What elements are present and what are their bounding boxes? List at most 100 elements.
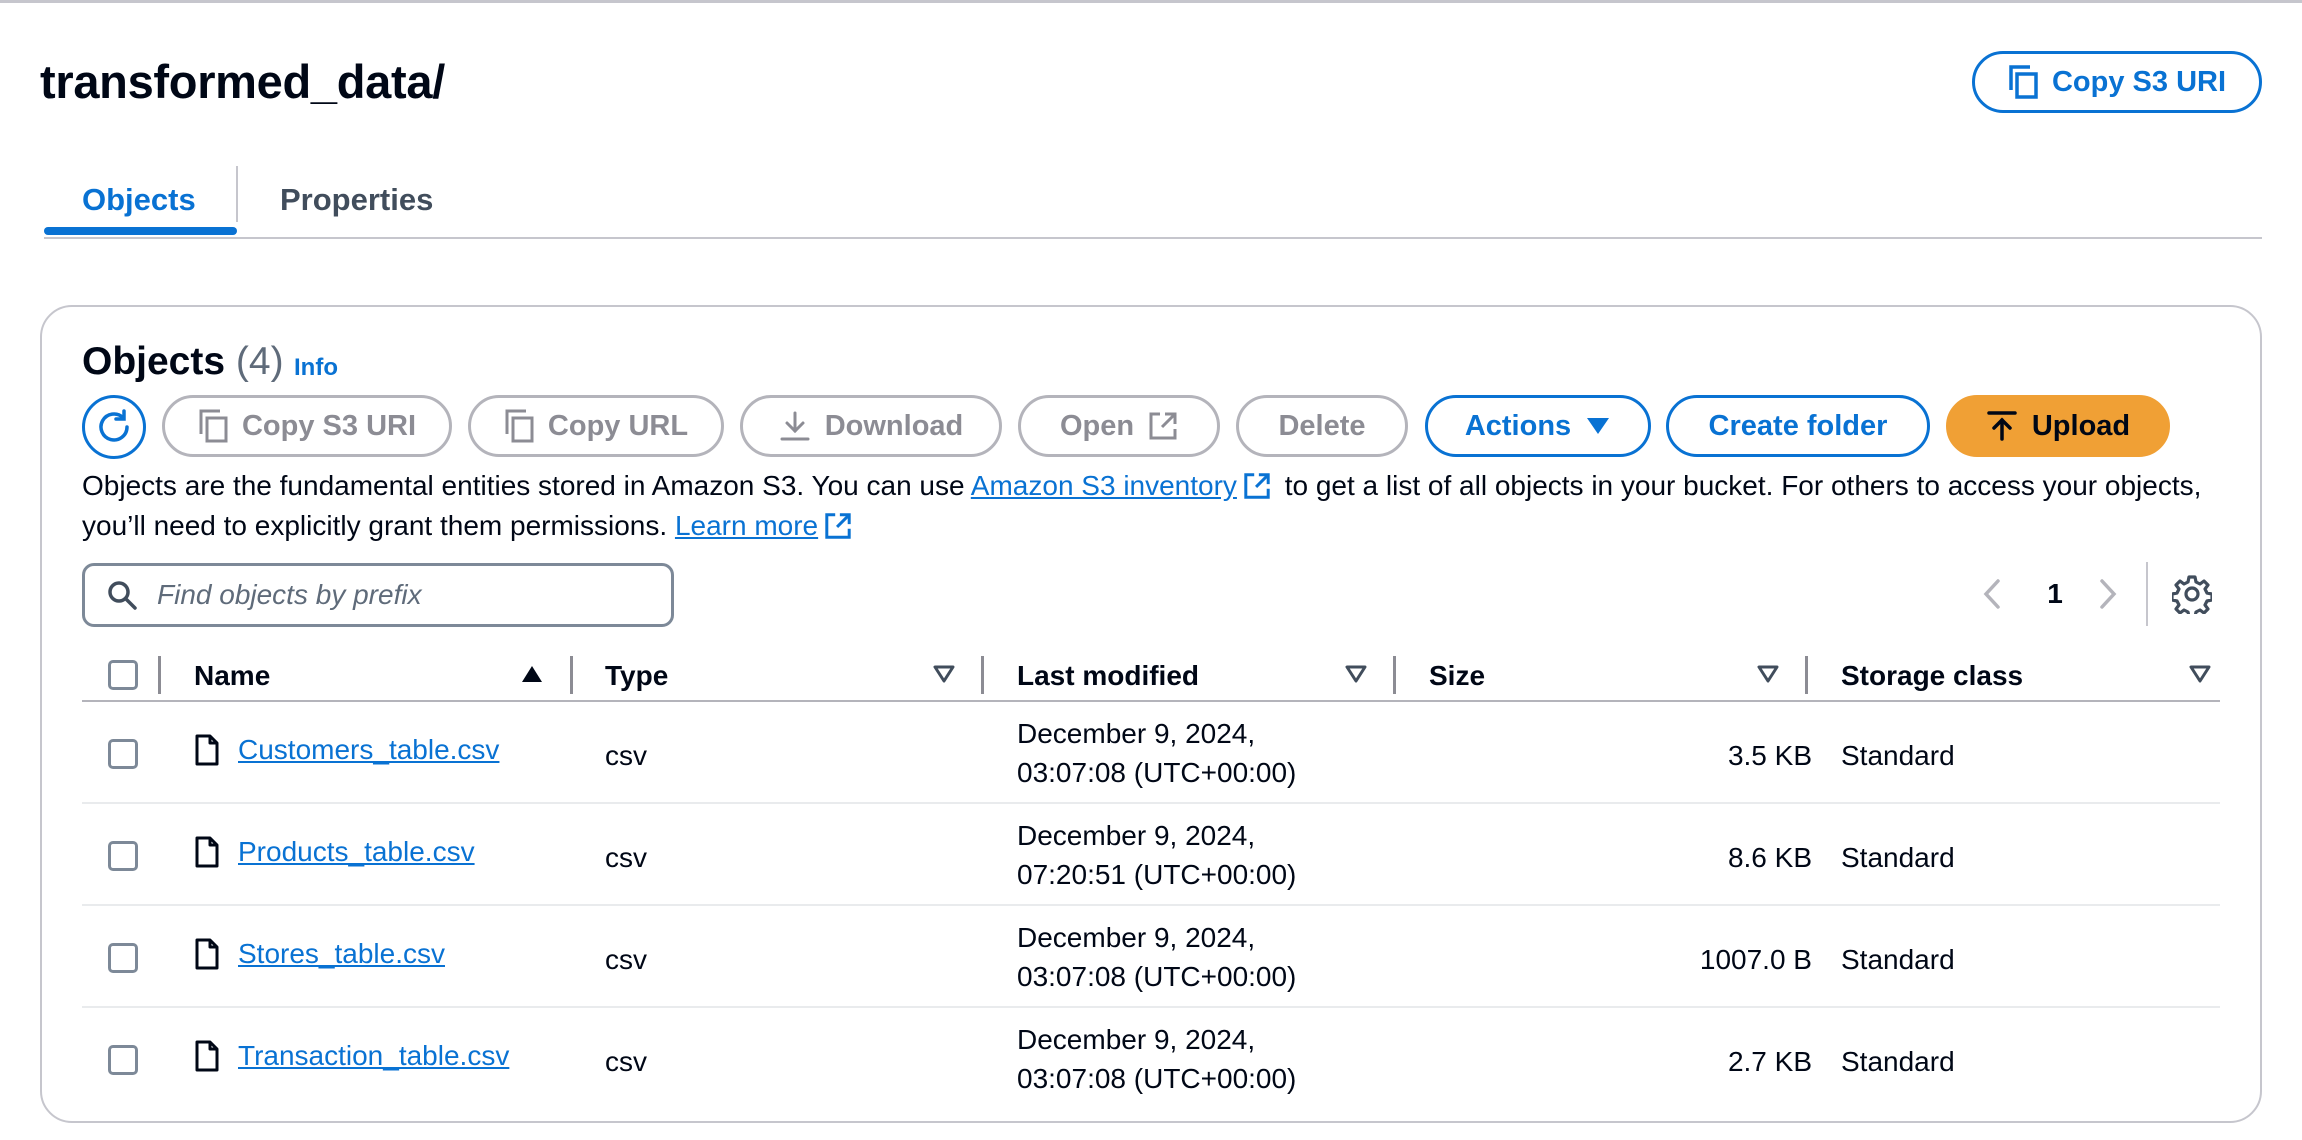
copy-icon xyxy=(2009,65,2038,99)
learn-more-link[interactable]: Learn more xyxy=(675,510,818,541)
active-tab-indicator xyxy=(44,227,237,235)
file-icon xyxy=(195,1040,219,1072)
upload-icon xyxy=(1987,411,2017,441)
tab-properties[interactable]: Properties xyxy=(280,160,433,240)
actions-dropdown[interactable]: Actions xyxy=(1425,395,1651,457)
objects-description: Objects are the fundamental entities sto… xyxy=(82,466,2232,546)
object-size: 2.7 KB xyxy=(1727,1046,1812,1077)
column-divider xyxy=(981,656,984,694)
column-header-last-modified[interactable]: Last modified xyxy=(1017,650,1199,702)
object-name-cell: Transaction_table.csv xyxy=(194,1040,509,1072)
copy-s3-uri-label: Copy S3 URI xyxy=(241,409,417,442)
column-divider xyxy=(1393,656,1396,694)
object-type: csv xyxy=(605,944,647,975)
object-name-cell: Customers_table.csv xyxy=(194,734,499,766)
object-name-link[interactable]: Stores_table.csv xyxy=(238,938,445,970)
column-header-size[interactable]: Size xyxy=(1429,650,1485,702)
pagination-divider xyxy=(2146,562,2148,626)
objects-count: (4) xyxy=(235,340,284,383)
search-input[interactable] xyxy=(155,578,655,612)
modified-time: 03:07:08 (UTC+00:00) xyxy=(1017,961,1297,992)
header-copy-s3-uri-button[interactable]: Copy S3 URI xyxy=(1972,51,2262,113)
column-divider xyxy=(1805,656,1808,694)
object-size: 8.6 KB xyxy=(1727,842,1812,873)
object-type: csv xyxy=(605,1046,647,1077)
tabs-divider xyxy=(44,237,2262,239)
upload-button[interactable]: Upload xyxy=(1946,395,2170,457)
search-box xyxy=(82,563,674,627)
table-row: Customers_table.csv csv December 9, 2024… xyxy=(82,702,2220,804)
previous-page-icon[interactable] xyxy=(1982,578,2002,610)
row-checkbox[interactable] xyxy=(108,1045,138,1075)
column-header-name[interactable]: Name xyxy=(194,650,270,702)
object-name-link[interactable]: Products_table.csv xyxy=(238,836,475,868)
table-header: Name Type Last modified Size Storage cla… xyxy=(82,650,2220,702)
column-header-storage-class[interactable]: Storage class xyxy=(1841,650,2023,702)
modified-date: December 9, 2024, xyxy=(1017,1024,1256,1055)
select-all-checkbox[interactable] xyxy=(108,660,138,690)
sort-ascending-icon[interactable] xyxy=(520,664,544,684)
column-header-type[interactable]: Type xyxy=(605,650,668,702)
external-link-icon xyxy=(1244,473,1270,499)
column-divider xyxy=(570,656,573,694)
page-title: transformed_data/ xyxy=(40,55,445,108)
download-button[interactable]: Download xyxy=(740,395,1002,457)
external-link-icon xyxy=(1149,412,1177,440)
object-name-cell: Stores_table.csv xyxy=(194,938,445,970)
gear-icon[interactable] xyxy=(2172,574,2212,614)
copy-url-label: Copy URL xyxy=(547,409,689,442)
object-last-modified: December 9, 2024, 03:07:08 (UTC+00:00) xyxy=(1017,714,1296,792)
column-divider xyxy=(158,656,161,694)
sort-icon[interactable] xyxy=(932,664,956,684)
modified-date: December 9, 2024, xyxy=(1017,820,1256,851)
object-last-modified: December 9, 2024, 03:07:08 (UTC+00:00) xyxy=(1017,918,1296,996)
tab-list: Objects Properties xyxy=(44,160,2262,240)
tab-divider xyxy=(236,166,238,222)
object-size: 1007.0 B xyxy=(1699,944,1812,975)
create-folder-button[interactable]: Create folder xyxy=(1666,395,1930,457)
object-name-link[interactable]: Customers_table.csv xyxy=(238,734,499,766)
external-link-icon xyxy=(825,513,851,539)
copy-icon xyxy=(199,409,228,443)
object-name-cell: Products_table.csv xyxy=(194,836,475,868)
top-border xyxy=(0,0,2302,3)
modified-date: December 9, 2024, xyxy=(1017,922,1256,953)
modified-date: December 9, 2024, xyxy=(1017,718,1256,749)
row-checkbox[interactable] xyxy=(108,841,138,871)
open-button[interactable]: Open xyxy=(1018,395,1220,457)
copy-icon xyxy=(505,409,534,443)
modified-time: 03:07:08 (UTC+00:00) xyxy=(1017,757,1297,788)
object-name-link[interactable]: Transaction_table.csv xyxy=(238,1040,509,1072)
caret-down-icon xyxy=(1587,418,1610,434)
object-last-modified: December 9, 2024, 03:07:08 (UTC+00:00) xyxy=(1017,1020,1296,1098)
sort-icon[interactable] xyxy=(2188,664,2212,684)
sort-icon[interactable] xyxy=(1344,664,1368,684)
table-row: Transaction_table.csv csv December 9, 20… xyxy=(82,1008,2220,1110)
upload-label: Upload xyxy=(2031,409,2131,442)
next-page-icon[interactable] xyxy=(2098,578,2118,610)
row-checkbox[interactable] xyxy=(108,943,138,973)
modified-time: 07:20:51 (UTC+00:00) xyxy=(1017,859,1297,890)
object-size: 3.5 KB xyxy=(1727,740,1812,771)
object-storage-class: Standard xyxy=(1841,1046,1955,1077)
object-type: csv xyxy=(605,740,647,771)
objects-heading: Objects (4) xyxy=(82,340,284,384)
object-storage-class: Standard xyxy=(1841,842,1955,873)
download-label: Download xyxy=(824,409,964,442)
copy-s3-uri-button[interactable]: Copy S3 URI xyxy=(162,395,452,457)
object-storage-class: Standard xyxy=(1841,944,1955,975)
delete-button[interactable]: Delete xyxy=(1236,395,1408,457)
info-link[interactable]: Info xyxy=(294,354,338,382)
page-number[interactable]: 1 xyxy=(2040,578,2070,610)
row-checkbox[interactable] xyxy=(108,739,138,769)
description-text-1: Objects are the fundamental entities sto… xyxy=(82,470,971,501)
s3-inventory-link[interactable]: Amazon S3 inventory xyxy=(971,470,1237,501)
table-row: Products_table.csv csv December 9, 2024,… xyxy=(82,804,2220,906)
objects-heading-title: Objects xyxy=(82,340,226,383)
open-label: Open xyxy=(1059,409,1135,442)
header-copy-s3-uri-label: Copy S3 URI xyxy=(2051,65,2227,98)
sort-icon[interactable] xyxy=(1756,664,1780,684)
search-icon xyxy=(108,581,137,610)
copy-url-button[interactable]: Copy URL xyxy=(468,395,724,457)
refresh-button[interactable] xyxy=(82,395,146,459)
